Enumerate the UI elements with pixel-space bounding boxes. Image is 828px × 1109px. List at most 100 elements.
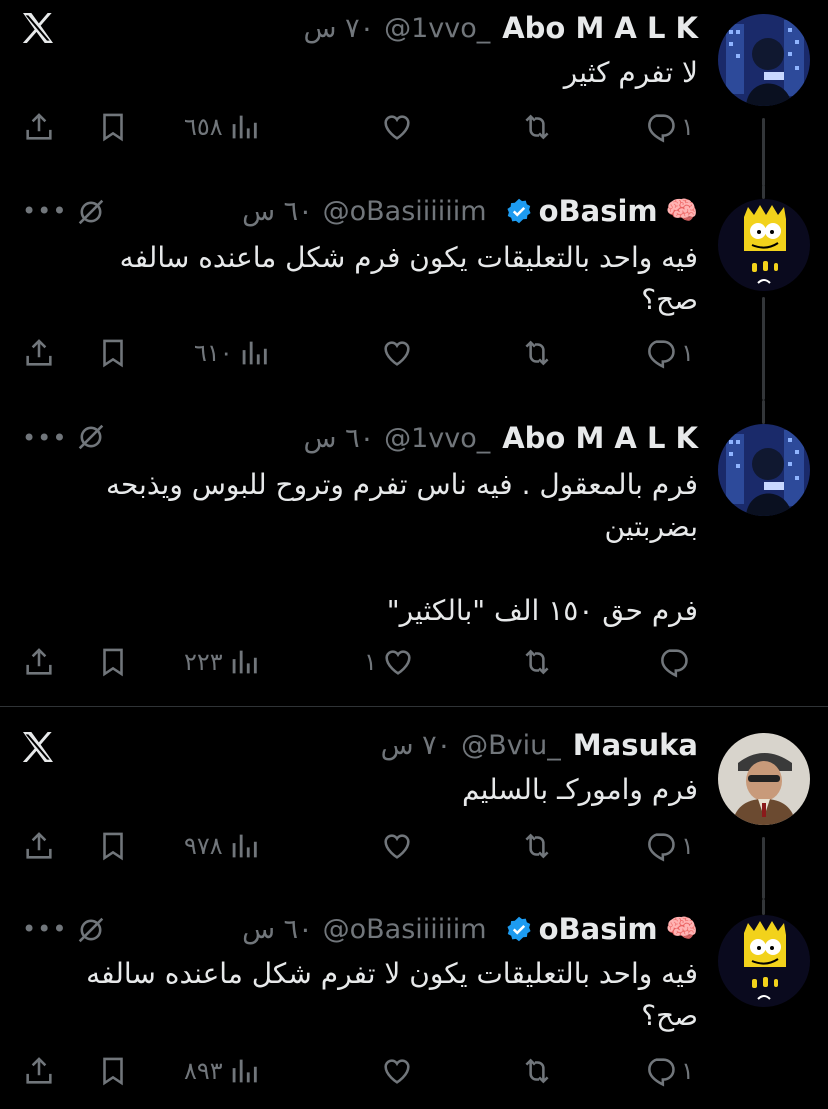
views-icon <box>227 110 261 144</box>
tweet-actions: ١ ٦٥٨ <box>0 105 828 149</box>
reply-icon <box>643 1054 677 1088</box>
bookmark-button[interactable] <box>96 331 130 375</box>
tweet-text: فرم بالمعقول . فيه ناس تفرم وتروح للبوس … <box>105 468 698 627</box>
tweet-header: ٧٠ س @Bviu_ Masuka <box>381 725 698 765</box>
share-button[interactable] <box>22 1049 56 1093</box>
share-icon <box>22 645 56 679</box>
tweet-header: ٦٠ س @oBasiiiiiim oBasim 🧠 <box>242 191 698 231</box>
reply-button[interactable]: ١ <box>643 331 698 375</box>
tweet-handle[interactable]: @1vvo_ <box>384 13 490 44</box>
views-button[interactable]: ٦٥٨ <box>180 105 261 149</box>
retweet-button[interactable] <box>520 640 554 684</box>
avatar[interactable] <box>718 915 810 1007</box>
share-button[interactable] <box>22 640 56 684</box>
retweet-button[interactable] <box>520 1049 554 1093</box>
muted-icon[interactable] <box>74 195 108 233</box>
tweet-author-name[interactable]: Abo M A L K <box>502 11 698 45</box>
brain-emoji-icon: 🧠 <box>665 914 698 944</box>
retweet-icon <box>520 645 554 679</box>
views-icon <box>227 645 261 679</box>
like-button[interactable] <box>380 331 414 375</box>
tweet-author-name[interactable]: oBasim <box>539 912 658 946</box>
reply-button[interactable]: ١ <box>643 105 698 149</box>
tweet-header: ٧٠ س @1vvo_ Abo M A L K <box>304 8 698 48</box>
tweet-handle[interactable]: @oBasiiiiiim <box>323 196 487 227</box>
views-button[interactable]: ٦١٠ <box>190 331 271 375</box>
tweet-actions: ١ ٨٩٣ <box>0 1049 828 1093</box>
bookmark-button[interactable] <box>96 824 130 868</box>
share-button[interactable] <box>22 105 56 149</box>
reply-button[interactable] <box>656 640 698 684</box>
tweet-handle[interactable]: @Bviu_ <box>461 730 561 761</box>
tweet-text: فيه واحد بالتعليقات يكون لا تفرم شكل ماع… <box>86 957 698 1032</box>
avatar[interactable] <box>718 199 810 291</box>
more-options-icon[interactable]: ••• <box>22 915 67 943</box>
like-count: ١ <box>364 648 377 676</box>
muted-icon[interactable] <box>74 913 108 951</box>
retweet-button[interactable] <box>520 331 554 375</box>
reply-count: ١ <box>681 339 694 367</box>
tweet-author-name[interactable]: oBasim <box>539 194 658 228</box>
more-options-icon[interactable]: ••• <box>22 197 67 225</box>
tweet-5[interactable]: ٦٠ س @oBasiiiiiim oBasim 🧠 ••• فيه واحد … <box>0 899 828 1109</box>
retweet-button[interactable] <box>520 105 554 149</box>
muted-icon[interactable] <box>74 420 108 458</box>
bookmark-button[interactable] <box>96 1049 130 1093</box>
retweet-icon <box>520 110 554 144</box>
tweet-4[interactable]: ٧٠ س @Bviu_ Masuka فرم واموركـ بالسليم ١… <box>0 707 828 899</box>
reply-icon <box>643 110 677 144</box>
bookmark-icon <box>96 1054 130 1088</box>
thread-line <box>762 899 765 915</box>
bookmark-icon <box>96 645 130 679</box>
avatar[interactable] <box>718 14 810 106</box>
avatar-image-icon <box>718 14 810 106</box>
views-button[interactable]: ٩٧٨ <box>180 824 261 868</box>
views-count: ٩٧٨ <box>184 832 223 860</box>
like-icon <box>380 336 414 370</box>
views-count: ٦٥٨ <box>184 113 223 141</box>
tweet-handle[interactable]: @1vvo_ <box>384 423 490 454</box>
tweet-time: ٧٠ س <box>303 12 375 44</box>
reply-button[interactable]: ١ <box>643 824 698 868</box>
reply-count: ١ <box>681 113 694 141</box>
reply-icon <box>643 829 677 863</box>
bookmark-button[interactable] <box>96 640 130 684</box>
views-button[interactable]: ٨٩٣ <box>180 1049 261 1093</box>
tweet-2[interactable]: ٦٠ س @oBasiiiiiim oBasim 🧠 ••• فيه واحد … <box>0 185 828 400</box>
more-options-icon[interactable]: ••• <box>22 424 67 452</box>
retweet-button[interactable] <box>520 824 554 868</box>
tweet-header: ٦٠ س @1vvo_ Abo M A L K <box>304 418 698 458</box>
views-count: ٨٩٣ <box>184 1057 223 1085</box>
tweet-1[interactable]: ٧٠ س @1vvo_ Abo M A L K لا تفرم كثير ١ ٦… <box>0 0 828 186</box>
tweet-author-name[interactable]: Masuka <box>573 728 698 762</box>
avatar-image-icon <box>718 424 810 516</box>
retweet-icon <box>520 1054 554 1088</box>
like-button[interactable] <box>380 1049 414 1093</box>
like-icon <box>380 110 414 144</box>
thread-line <box>762 400 765 424</box>
share-button[interactable] <box>22 824 56 868</box>
like-icon <box>381 645 415 679</box>
tweet-3[interactable]: ٦٠ س @1vvo_ Abo M A L K ••• فرم بالمعقول… <box>0 400 828 706</box>
bookmark-icon <box>96 829 130 863</box>
avatar[interactable] <box>718 733 810 825</box>
views-icon <box>227 829 261 863</box>
views-button[interactable]: ٢٢٣ <box>180 640 261 684</box>
tweet-actions: ١ ٦١٠ <box>0 331 828 375</box>
reply-button[interactable]: ١ <box>643 1049 698 1093</box>
like-button[interactable]: ١ <box>360 640 415 684</box>
tweet-text: فيه واحد بالتعليقات يكون فرم شكل ماعنده … <box>119 241 698 316</box>
reply-icon <box>656 645 690 679</box>
tweet-handle[interactable]: @oBasiiiiiim <box>323 914 487 945</box>
reply-count: ١ <box>681 832 694 860</box>
like-button[interactable] <box>380 824 414 868</box>
views-count: ٦١٠ <box>194 339 233 367</box>
tweet-author-name[interactable]: Abo M A L K <box>502 421 698 455</box>
bookmark-button[interactable] <box>96 105 130 149</box>
share-button[interactable] <box>22 331 56 375</box>
avatar[interactable] <box>718 424 810 516</box>
retweet-icon <box>520 336 554 370</box>
like-button[interactable] <box>380 105 414 149</box>
bookmark-icon <box>96 110 130 144</box>
tweet-time: ٦٠ س <box>303 422 375 454</box>
